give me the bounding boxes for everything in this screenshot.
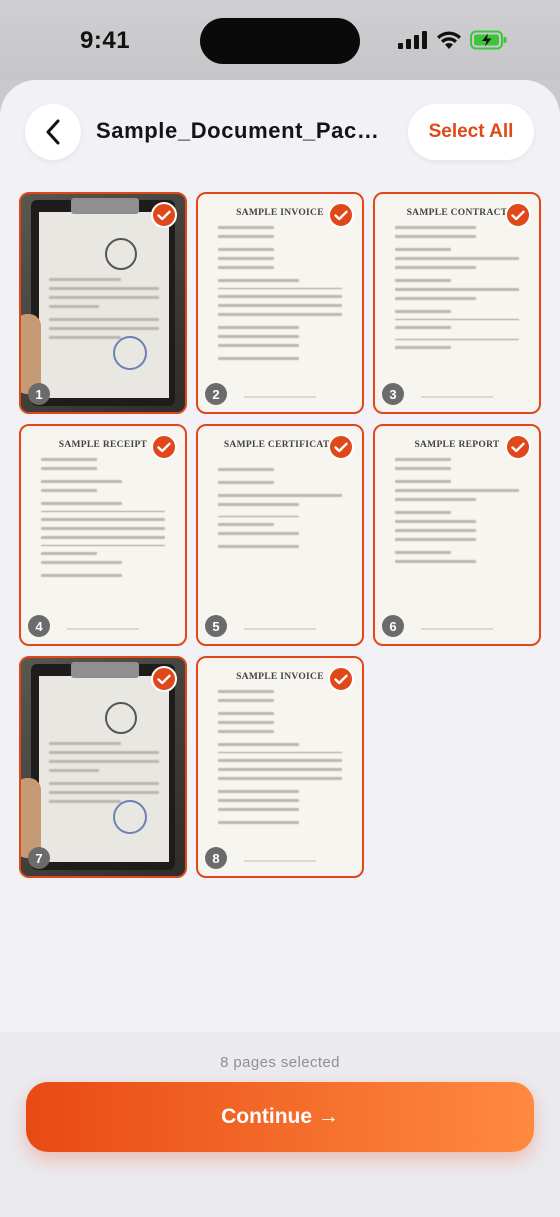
page-thumbnail-1[interactable]: 1 bbox=[19, 192, 187, 414]
document-page: SAMPLE INVOICE bbox=[204, 664, 356, 870]
hand bbox=[21, 314, 41, 394]
page-number-badge: 4 bbox=[28, 615, 50, 637]
page-thumbnail-8[interactable]: SAMPLE INVOICE 8 bbox=[196, 656, 364, 878]
page-thumbnail-5[interactable]: SAMPLE CERTIFICATE 5 bbox=[196, 424, 364, 646]
continue-button[interactable]: Continue → bbox=[26, 1082, 534, 1152]
selected-check-icon[interactable] bbox=[328, 434, 354, 460]
page-number-badge: 7 bbox=[28, 847, 50, 869]
selected-check-icon[interactable] bbox=[328, 202, 354, 228]
page-thumbnail-2[interactable]: SAMPLE INVOICE 2 bbox=[196, 192, 364, 414]
clipboard-clamp bbox=[71, 662, 139, 678]
selected-count-label: 8 pages selected bbox=[220, 1054, 340, 1071]
back-button[interactable] bbox=[25, 104, 81, 160]
dynamic-island bbox=[200, 18, 360, 64]
select-all-button[interactable]: Select All bbox=[408, 104, 534, 160]
emblem-icon bbox=[105, 238, 137, 270]
document-page: SAMPLE INVOICE bbox=[204, 200, 356, 406]
selected-check-icon[interactable] bbox=[151, 202, 177, 228]
page-number-badge: 5 bbox=[205, 615, 227, 637]
page-thumbnail-3[interactable]: SAMPLE CONTRACT 3 bbox=[373, 192, 541, 414]
page-number-badge: 1 bbox=[28, 383, 50, 405]
wifi-icon bbox=[437, 31, 461, 49]
photographed-document bbox=[39, 212, 169, 398]
clipboard-clamp bbox=[71, 198, 139, 214]
status-time: 9:41 bbox=[80, 27, 131, 54]
page-number-badge: 3 bbox=[382, 383, 404, 405]
emblem-icon bbox=[105, 702, 137, 734]
document-title: Sample_Document_Pack... bbox=[96, 118, 386, 143]
selected-check-icon[interactable] bbox=[505, 202, 531, 228]
signal-icon bbox=[398, 31, 427, 49]
seal-icon bbox=[113, 336, 147, 370]
selected-check-icon[interactable] bbox=[151, 666, 177, 692]
page-number-badge: 8 bbox=[205, 847, 227, 869]
page-thumbnail-4[interactable]: SAMPLE RECEIPT 4 bbox=[19, 424, 187, 646]
photographed-document bbox=[39, 676, 169, 862]
status-bar: 9:41 bbox=[0, 0, 560, 80]
selected-check-icon[interactable] bbox=[328, 666, 354, 692]
document-page: SAMPLE REPORT bbox=[381, 432, 533, 638]
seal-icon bbox=[113, 800, 147, 834]
bottom-bar: 8 pages selected Continue → bbox=[0, 1032, 560, 1217]
selected-check-icon[interactable] bbox=[151, 434, 177, 460]
status-icons bbox=[398, 30, 508, 50]
page-thumbnail-6[interactable]: SAMPLE REPORT 6 bbox=[373, 424, 541, 646]
page-selection-sheet: Sample_Document_Pack... Select All 1 SAM… bbox=[0, 80, 560, 1217]
battery-charging-icon bbox=[470, 30, 507, 50]
selected-check-icon[interactable] bbox=[505, 434, 531, 460]
page-grid: 1 SAMPLE INVOICE 2 SAMPLE CONTRACT 3 SAM… bbox=[19, 192, 541, 878]
chevron-left-icon bbox=[46, 119, 60, 145]
page-number-badge: 2 bbox=[205, 383, 227, 405]
document-page: SAMPLE CERTIFICATE bbox=[204, 432, 356, 638]
document-page: SAMPLE CONTRACT bbox=[381, 200, 533, 406]
hand bbox=[21, 778, 41, 858]
page-number-badge: 6 bbox=[382, 615, 404, 637]
page-thumbnail-7[interactable]: 7 bbox=[19, 656, 187, 878]
document-page: SAMPLE RECEIPT bbox=[27, 432, 179, 638]
